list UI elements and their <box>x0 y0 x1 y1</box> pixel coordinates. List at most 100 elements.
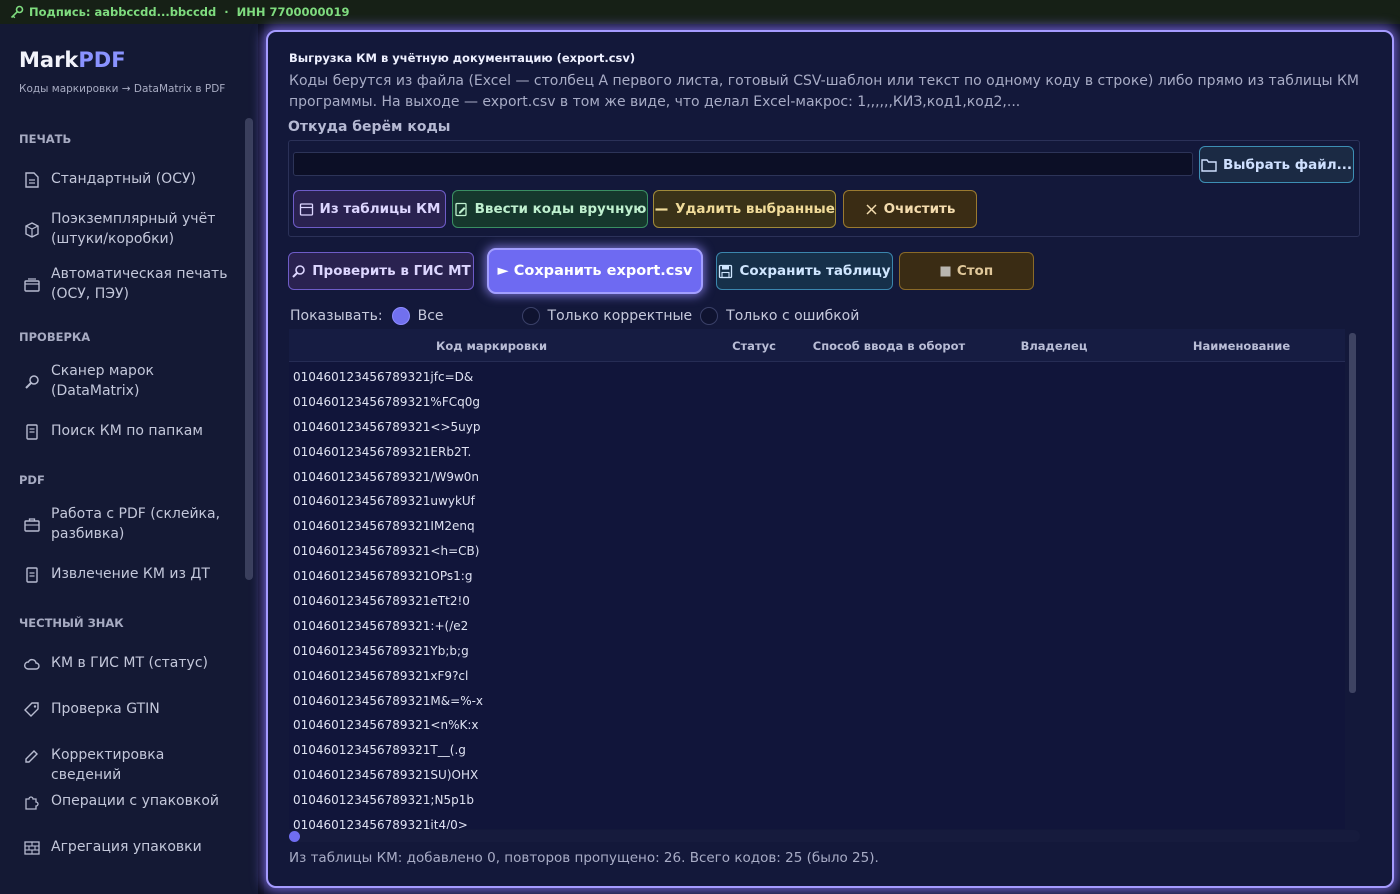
table-vertical-scrollbar[interactable] <box>1349 333 1356 693</box>
sidebar-item-label: Поиск КМ по папкам <box>51 423 203 439</box>
delete-selected-button[interactable]: Удалить выбранные <box>653 190 836 228</box>
check-gis-button[interactable]: Проверить в ГИС МТ <box>288 252 474 290</box>
table-row[interactable]: 010460123456789321uwykUf <box>293 489 483 514</box>
floppy-icon <box>718 264 733 279</box>
table-row[interactable]: 010460123456789321<h=CB) <box>293 539 483 564</box>
column-header-entry-method[interactable]: Способ ввода в оборот <box>809 339 969 353</box>
filter-all-radio[interactable]: Все <box>391 307 444 325</box>
from-table-button[interactable]: Из таблицы КМ <box>293 190 446 228</box>
table-header: Код маркировки Статус Способ ввода в обо… <box>289 329 1345 362</box>
bricks-icon <box>22 838 42 858</box>
sidebar-item-label: Стандартный (ОСУ) <box>51 171 196 187</box>
save-table-button[interactable]: Сохранить таблицу <box>716 252 893 290</box>
extract-icon <box>22 565 42 585</box>
sidebar-item-per-unit[interactable]: Поэкземплярный учёт (штуки/коробки) <box>22 210 237 249</box>
filter-correct-radio[interactable]: Только корректные <box>521 307 692 325</box>
sidebar-item-search-folders[interactable]: Поиск КМ по папкам <box>22 422 237 442</box>
table-row[interactable]: 010460123456789321T__(.g <box>293 738 483 763</box>
scanner-icon <box>22 372 42 392</box>
signature-bar: Подпись: aabbccdd...bbccdd · ИНН 7700000… <box>0 0 1400 24</box>
sidebar-item-packaging-ops[interactable]: Операции с упаковкой <box>22 792 237 812</box>
app-tagline: Коды маркировки → DataMatrix в PDF <box>19 83 226 95</box>
clipboard-icon <box>299 202 314 217</box>
filter-label: Показывать: <box>290 308 383 324</box>
table-row[interactable]: 010460123456789321xF9?cl <box>293 664 483 689</box>
table-row[interactable]: 010460123456789321jfc=D& <box>293 365 483 390</box>
folder-icon <box>1201 158 1217 172</box>
table-row[interactable]: 010460123456789321eTt2!0 <box>293 589 483 614</box>
sidebar: MarkPDF Коды маркировки → DataMatrix в P… <box>0 24 258 894</box>
section-check: ПРОВЕРКА <box>19 330 91 344</box>
table-row[interactable]: 010460123456789321%FCq0g <box>293 390 483 415</box>
table-row[interactable]: 010460123456789321<>5uyp <box>293 415 483 440</box>
stop-button[interactable]: Стоп <box>899 252 1034 290</box>
filter-error-radio[interactable]: Только с ошибкой <box>700 307 859 325</box>
column-header-code[interactable]: Код маркировки <box>399 339 584 353</box>
table-row[interactable]: 010460123456789321ERb2T. <box>293 440 483 465</box>
sidebar-item-auto-print[interactable]: Автоматическая печать (ОСУ, ПЭУ) <box>22 265 237 304</box>
table-row[interactable]: 010460123456789321;N5p1b <box>293 788 483 813</box>
sidebar-item-aggregation[interactable]: Агрегация упаковки <box>22 838 237 858</box>
radio-selected-icon <box>391 307 410 325</box>
status-message: Из таблицы КМ: добавлено 0, повторов про… <box>289 850 879 866</box>
sidebar-item-pdf-work[interactable]: Работа с PDF (склейка, разбивка) <box>22 505 237 544</box>
sidebar-item-standard[interactable]: Стандартный (ОСУ) <box>22 170 237 190</box>
sidebar-item-gis-status[interactable]: КМ в ГИС МТ (статус) <box>22 654 237 674</box>
sidebar-item-label: Корректировка сведений <box>51 747 165 783</box>
table-row[interactable]: 010460123456789321Yb;b;g <box>293 639 483 664</box>
column-header-status[interactable]: Статус <box>699 339 809 353</box>
pencil-icon <box>22 746 42 766</box>
search-icon <box>291 264 306 279</box>
table-row[interactable]: 010460123456789321/W9w0n <box>293 465 483 490</box>
table-row[interactable]: 010460123456789321IM2enq <box>293 514 483 539</box>
sidebar-scrollbar[interactable] <box>245 118 253 580</box>
filter-row: Показывать: Все Только корректные Только… <box>290 305 873 327</box>
table-row[interactable]: 010460123456789321SU)OHX <box>293 763 483 788</box>
separator: · <box>224 5 229 19</box>
minus-icon <box>654 202 669 217</box>
sidebar-item-correction[interactable]: Корректировка сведений <box>22 746 237 785</box>
sidebar-divider <box>258 24 264 894</box>
inn-text: ИНН 7700000019 <box>236 5 350 19</box>
choose-file-button[interactable]: Выбрать файл... <box>1199 146 1354 183</box>
section-print: ПЕЧАТЬ <box>19 132 72 146</box>
save-export-csv-button[interactable]: ► Сохранить export.csv <box>487 248 703 294</box>
sidebar-item-scanner[interactable]: Сканер марок (DataMatrix) <box>22 362 237 401</box>
tag-icon <box>22 700 42 720</box>
table-body: 010460123456789321jfc=D& 0104601234567893… <box>293 365 483 829</box>
table-row[interactable]: 010460123456789321<n%K:x <box>293 713 483 738</box>
horizontal-scroll-handle[interactable] <box>289 831 300 842</box>
close-icon <box>865 203 878 216</box>
clear-button[interactable]: Очистить <box>843 190 977 228</box>
file-path-input[interactable] <box>293 152 1193 176</box>
label-icon <box>22 170 42 190</box>
section-honest-sign: ЧЕСТНЫЙ ЗНАК <box>19 616 124 630</box>
sidebar-item-label: Работа с PDF (склейка, разбивка) <box>51 506 221 542</box>
manual-entry-button[interactable]: Ввести коды вручную <box>452 190 648 228</box>
table-row[interactable]: 010460123456789321:+(/e2 <box>293 614 483 639</box>
sidebar-item-extract-dt[interactable]: Извлечение КМ из ДТ <box>22 565 237 585</box>
codes-table[interactable]: Код маркировки Статус Способ ввода в обо… <box>289 329 1345 829</box>
page-title: Выгрузка КМ в учётную документацию (expo… <box>289 51 636 65</box>
section-pdf: PDF <box>19 473 45 487</box>
table-row[interactable]: 010460123456789321jt4/0> <box>293 813 483 829</box>
table-horizontal-scrollbar[interactable] <box>289 830 1360 842</box>
column-header-owner[interactable]: Владелец <box>989 339 1119 353</box>
sidebar-item-label: Автоматическая печать (ОСУ, ПЭУ) <box>51 266 228 302</box>
stop-icon <box>940 266 951 277</box>
table-row[interactable]: 010460123456789321M&=%-x <box>293 689 483 714</box>
source-section-label: Откуда берём коды <box>288 119 451 135</box>
column-header-name[interactable]: Наименование <box>1149 339 1334 353</box>
sidebar-item-label: КМ в ГИС МТ (статус) <box>51 655 208 671</box>
box-icon <box>22 220 42 240</box>
radio-icon <box>521 307 540 325</box>
edit-icon <box>454 202 469 217</box>
table-row[interactable]: 010460123456789321OPs1:g <box>293 564 483 589</box>
radio-icon <box>700 307 719 325</box>
sidebar-item-label: Операции с упаковкой <box>51 793 219 809</box>
printer-icon <box>22 275 42 295</box>
sidebar-item-gtin[interactable]: Проверка GTIN <box>22 700 237 720</box>
key-icon <box>10 5 24 19</box>
page-description: Коды берутся из файла (Excel — столбец A… <box>289 73 1360 110</box>
sidebar-item-label: Агрегация упаковки <box>51 839 202 855</box>
